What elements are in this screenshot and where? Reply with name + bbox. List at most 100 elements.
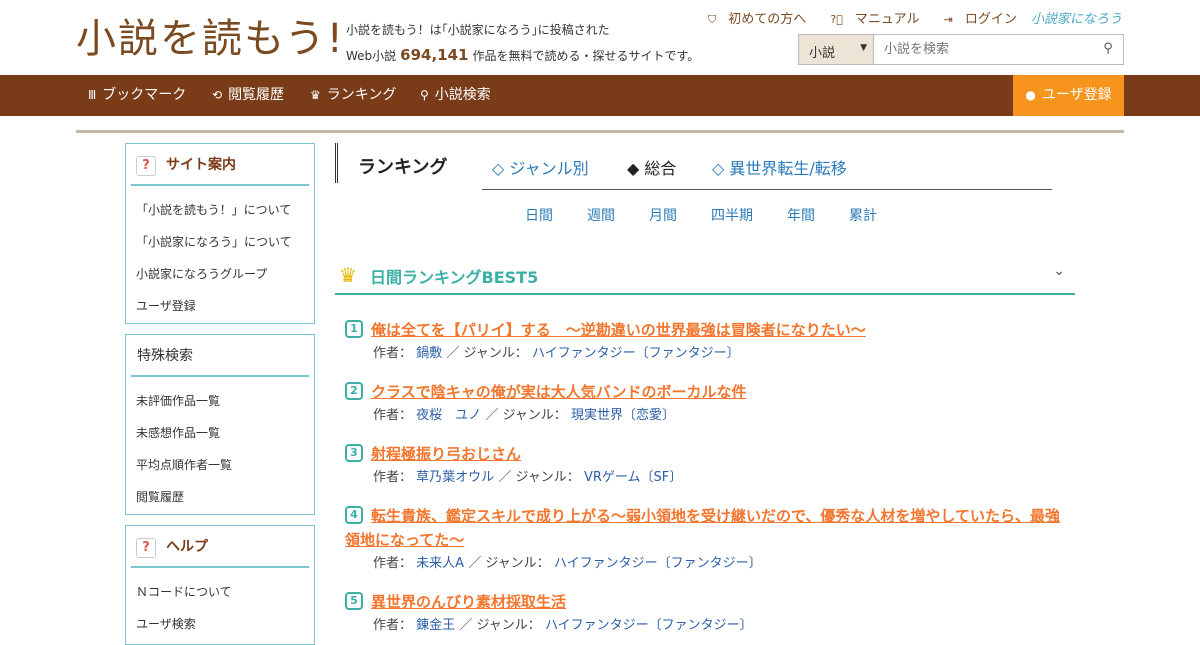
author-link[interactable]: 鍋敷 — [416, 346, 442, 361]
novel-title-link[interactable]: 異世界のんびり素材採取生活 — [345, 590, 1070, 614]
nav-search[interactable]: ⚲ 小説検索 — [420, 75, 491, 116]
tagline-line2: Web小説 694,141 作品を無料で読める・探せるサイトです。 — [346, 43, 699, 69]
genre-link[interactable]: ハイファンタジー〔ファンタジー〕 — [554, 556, 762, 571]
novel-title-link[interactable]: 俺は全てを【パリイ】する 〜逆勘違いの世界最強は冒険者になりたい〜 — [345, 318, 1070, 342]
period-total[interactable]: 累計 — [849, 205, 877, 225]
sidebar-item[interactable]: 「小説を読もう！」について — [136, 194, 314, 226]
search-bar: 小説 ▼ ⚲ — [798, 34, 1124, 65]
ranking-title: ランキング — [358, 157, 448, 178]
bookmark-icon: Ⅲ — [88, 88, 97, 102]
rank-badge: 4 — [345, 506, 363, 524]
novel-title-link[interactable]: クラスで陰キャの俺が実は大人気バンドのボーカルな件 — [345, 380, 1070, 404]
sidebar-item[interactable]: 閲覧履歴 — [136, 481, 314, 513]
genre-link[interactable]: ハイファンタジー〔ファンタジー〕 — [532, 346, 740, 361]
search-type-select[interactable]: 小説 ▼ — [799, 35, 874, 64]
register-button-label: ユーザ登録 — [1041, 87, 1112, 103]
genre-label: ／ ジャンル： — [485, 408, 567, 423]
search-button[interactable]: ⚲ — [1093, 35, 1123, 64]
period-weekly[interactable]: 週間 — [587, 205, 615, 225]
help-header: ? ヘルプ — [131, 526, 309, 568]
nav-history-label: 閲覧履歴 — [228, 87, 285, 103]
rank-badge: 2 — [345, 382, 363, 400]
period-quarterly[interactable]: 四半期 — [711, 205, 753, 225]
genre-link[interactable]: VRゲーム〔SF〕 — [584, 470, 682, 485]
sidebar-item[interactable]: 「小説家になろう」について — [136, 226, 314, 258]
novel-count: 694,141 — [400, 46, 469, 64]
sidebar-item[interactable]: ユーザ検索 — [136, 608, 314, 640]
nav-bookmark-label: ブックマーク — [102, 87, 187, 103]
novel-title-link[interactable]: 転生貴族、鑑定スキルで成り上がる～弱小領地を受け継いだので、優秀な人材を増やして… — [345, 504, 1070, 552]
search-icon: ⚲ — [420, 88, 429, 102]
tab-divider — [482, 189, 1052, 190]
dropdown-arrow-icon: ▼ — [860, 43, 867, 53]
tab-overall[interactable]: ◆ 総合 — [627, 155, 676, 179]
author-label: 作者： — [373, 346, 413, 361]
site-guide-list: 「小説を読もう！」について 「小説家になろう」について 小説家になろうグループ … — [126, 186, 314, 326]
daily-best5-header[interactable]: ♛ 日間ランキングBEST5 ⌄ — [335, 251, 1075, 295]
genre-label: ／ ジャンル： — [498, 470, 580, 485]
ranking-section: ランキング ◇ ジャンル別 ◆ 総合 ◇ 異世界転生/転移 日間 週間 月間 四… — [335, 143, 1075, 633]
genre-label: ／ ジャンル： — [468, 556, 550, 571]
sidebar-item[interactable]: Ｎコードについて — [136, 576, 314, 608]
site-guide-title: サイト案内 — [166, 157, 236, 173]
rank-badge: 5 — [345, 592, 363, 610]
sidebar-item[interactable]: 小説家になろうグループ — [136, 258, 314, 290]
tagline-suffix: 作品を無料で読める・探せるサイトです。 — [472, 49, 700, 63]
site-logo[interactable]: 小説を読もう! — [76, 14, 345, 64]
nav-ranking[interactable]: ♛ ランキング — [310, 75, 396, 116]
daily-best5-title: 日間ランキングBEST5 — [370, 268, 539, 287]
top-links: ⛉ 初めての方へ ?⃝ マニュアル ⇥ ログイン 小説家になろう — [688, 8, 1122, 27]
author-label: 作者： — [373, 618, 413, 633]
author-link[interactable]: 未来人A — [416, 556, 464, 571]
period-monthly[interactable]: 月間 — [649, 205, 677, 225]
nav-history[interactable]: ⟲ 閲覧履歴 — [212, 75, 284, 116]
author-link[interactable]: 錬金王 — [416, 618, 455, 633]
tab-genre[interactable]: ◇ ジャンル別 — [492, 155, 589, 179]
shield-icon: ⛉ — [707, 13, 717, 26]
search-input[interactable] — [874, 35, 1093, 64]
author-link[interactable]: 夜桜 ユノ — [416, 408, 481, 423]
ranking-item: 3 射程極振り弓おじさん 作者： 草乃葉オウル ／ ジャンル： VRゲーム〔SF… — [345, 442, 1070, 490]
special-search-header: 特殊検索 — [131, 335, 309, 377]
main-nav: Ⅲ ブックマーク ⟲ 閲覧履歴 ♛ ランキング ⚲ 小説検索 ● ユーザ登録 — [0, 75, 1200, 116]
ranking-item: 5 異世界のんびり素材採取生活 作者： 錬金王 ／ ジャンル： ハイファンタジー… — [345, 590, 1070, 638]
history-icon: ⟲ — [212, 88, 223, 102]
site-header: 小説を読もう! 小説を読もう！は｢小説家になろう｣に投稿された Web小説 694… — [0, 0, 1200, 75]
novel-meta: 作者： 未来人A ／ ジャンル： ハイファンタジー〔ファンタジー〕 — [345, 552, 1070, 576]
chevron-down-icon[interactable]: ⌄ — [1053, 263, 1065, 279]
novel-title-link[interactable]: 射程極振り弓おじさん — [345, 442, 1070, 466]
genre-link[interactable]: 現実世界〔恋愛〕 — [571, 408, 675, 423]
search-icon: ⚲ — [1103, 41, 1113, 56]
sidebar-item[interactable]: 未感想作品一覧 — [136, 417, 314, 449]
beginner-link[interactable]: ⛉ 初めての方へ — [698, 12, 806, 27]
site-tagline: 小説を読もう！は｢小説家になろう｣に投稿された Web小説 694,141 作品を無… — [346, 18, 699, 69]
nav-bookmark[interactable]: Ⅲ ブックマーク — [88, 75, 186, 116]
manual-link[interactable]: ?⃝ マニュアル — [820, 12, 919, 27]
novel-meta: 作者： 鍋敷 ／ ジャンル： ハイファンタジー〔ファンタジー〕 — [345, 342, 1070, 366]
ranking-header: ランキング ◇ ジャンル別 ◆ 総合 ◇ 異世界転生/転移 — [335, 143, 1075, 183]
period-yearly[interactable]: 年間 — [787, 205, 815, 225]
tab-isekai[interactable]: ◇ 異世界転生/転移 — [712, 155, 847, 179]
login-link[interactable]: ⇥ ログイン — [934, 12, 1017, 27]
ranking-item: 4 転生貴族、鑑定スキルで成り上がる～弱小領地を受け継いだので、優秀な人材を増や… — [345, 504, 1070, 576]
search-type-value: 小説 — [809, 46, 836, 61]
help-title: ヘルプ — [166, 539, 208, 555]
sidebar-item[interactable]: ユーザ登録 — [136, 290, 314, 322]
sidebar-item[interactable]: 未評価作品一覧 — [136, 385, 314, 417]
help-box: ? ヘルプ Ｎコードについて ユーザ検索 — [125, 525, 315, 645]
genre-label: ／ ジャンル： — [446, 346, 528, 361]
content-panel: ? サイト案内 「小説を読もう！」について 「小説家になろう」について 小説家にな… — [76, 130, 1124, 645]
help-icon: ? — [136, 156, 156, 176]
ranking-header-bar — [335, 143, 338, 183]
narou-logo-link[interactable]: 小説家になろう — [1031, 12, 1122, 27]
genre-link[interactable]: ハイファンタジー〔ファンタジー〕 — [545, 618, 753, 633]
period-daily[interactable]: 日間 — [525, 205, 553, 225]
sidebar-item[interactable]: 平均点順作者一覧 — [136, 449, 314, 481]
manual-link-label: マニュアル — [854, 12, 920, 27]
register-button[interactable]: ● ユーザ登録 — [1013, 75, 1124, 116]
beginner-link-label: 初めての方へ — [728, 12, 807, 27]
genre-label: ／ ジャンル： — [459, 618, 541, 633]
author-link[interactable]: 草乃葉オウル — [416, 470, 494, 485]
author-label: 作者： — [373, 470, 413, 485]
rank-badge: 1 — [345, 320, 363, 338]
